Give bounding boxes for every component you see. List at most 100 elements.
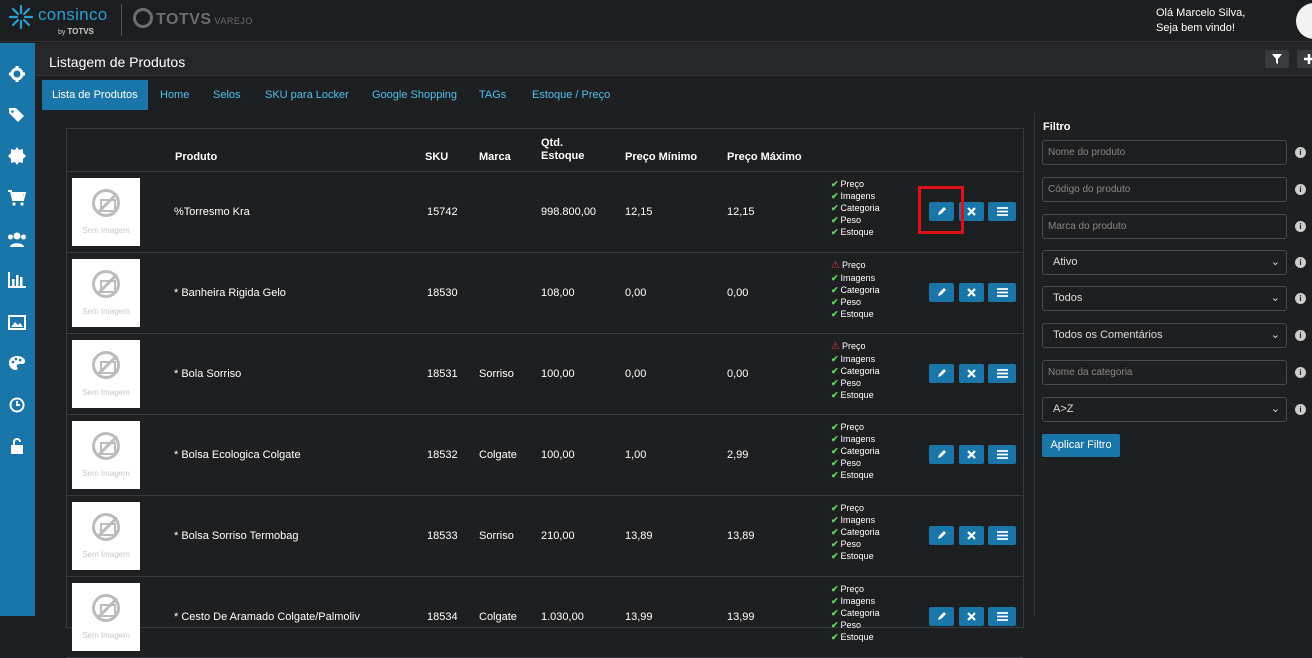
status-select[interactable]: Ativo ⌄ xyxy=(1042,250,1287,275)
users-icon[interactable] xyxy=(6,228,28,250)
delete-button[interactable] xyxy=(959,607,984,626)
tab-sku-para-locker[interactable]: SKU para Locker xyxy=(255,80,359,110)
check-icon: ✔ xyxy=(831,203,839,213)
add-button[interactable] xyxy=(1297,50,1312,68)
menu-button[interactable] xyxy=(988,607,1016,626)
filter-toggle-button[interactable] xyxy=(1265,50,1289,68)
delete-button[interactable] xyxy=(959,445,984,464)
header-marca[interactable]: Marca xyxy=(479,151,511,164)
nome-produto-input[interactable]: Nome do produto xyxy=(1042,140,1287,165)
menu-button[interactable] xyxy=(988,202,1016,221)
check-icon: ✔ xyxy=(831,446,839,456)
codigo-produto-input[interactable]: Código do produto xyxy=(1042,177,1287,202)
tab-home[interactable]: Home xyxy=(150,80,199,110)
edit-button[interactable] xyxy=(929,607,954,626)
tab-google-shopping[interactable]: Google Shopping xyxy=(362,80,467,110)
info-icon[interactable]: i xyxy=(1295,404,1306,415)
check-label: Imagens xyxy=(840,191,876,201)
close-icon xyxy=(967,527,976,545)
header-produto[interactable]: Produto xyxy=(175,151,217,164)
filter-panel: Filtro Nome do produto i Código do produ… xyxy=(1034,113,1312,616)
check-item: ⚠ Preço xyxy=(831,340,880,353)
info-icon[interactable]: i xyxy=(1295,184,1306,195)
nome-categoria-input[interactable]: Nome da categoria xyxy=(1042,360,1287,385)
check-item: ✔ Estoque xyxy=(831,469,880,481)
menu-button[interactable] xyxy=(988,283,1016,302)
cell-preco-minimo: 12,15 xyxy=(625,206,653,218)
check-label: Estoque xyxy=(840,390,874,400)
edit-button[interactable] xyxy=(929,445,954,464)
comentarios-select[interactable]: Todos os Comentários ⌄ xyxy=(1042,323,1287,348)
product-image-placeholder[interactable]: Sem Imagem xyxy=(72,259,140,327)
product-image-placeholder[interactable]: Sem Imagem xyxy=(72,178,140,246)
tab-lista-de-produtos[interactable]: Lista de Produtos xyxy=(42,80,148,110)
menu-button[interactable] xyxy=(988,364,1016,383)
tab-selos[interactable]: Selos xyxy=(203,80,251,110)
check-label: Preço xyxy=(840,584,865,594)
check-icon: ✔ xyxy=(831,215,839,225)
avatar[interactable] xyxy=(1296,3,1312,39)
cart-icon[interactable] xyxy=(6,187,28,209)
info-icon[interactable]: i xyxy=(1295,147,1306,158)
table-row: Sem Imagem * Bola Sorriso 18531 Sorriso 100,… xyxy=(67,334,1023,415)
sem-imagem-label: Sem Imagem xyxy=(82,631,130,640)
warning-icon: ⚠ xyxy=(831,341,840,352)
cell-sku: 18534 xyxy=(427,611,458,623)
header-preco-maximo[interactable]: Preço Máximo xyxy=(727,151,802,164)
header-sku[interactable]: SKU xyxy=(425,151,448,164)
check-label: Imagens xyxy=(840,354,876,364)
table-row: Sem Imagem %Torresmo Kra 15742 998.800,00 12… xyxy=(67,172,1023,253)
check-item: ✔ Preço xyxy=(831,421,880,433)
sem-imagem-label: Sem Imagem xyxy=(82,469,130,478)
check-icon: ✔ xyxy=(831,458,839,468)
todos-select[interactable]: Todos ⌄ xyxy=(1042,286,1287,311)
info-icon[interactable]: i xyxy=(1295,330,1306,341)
sem-imagem-label: Sem Imagem xyxy=(82,307,130,316)
tab-estoque-preco[interactable]: Estoque / Preço xyxy=(522,80,620,110)
badge-icon[interactable] xyxy=(6,145,28,167)
header-preco-minimo[interactable]: Preço Mínimo xyxy=(625,151,697,164)
delete-button[interactable] xyxy=(959,283,984,302)
aplicar-filtro-button[interactable]: Aplicar Filtro xyxy=(1042,434,1120,457)
chevron-down-icon: ⌄ xyxy=(1270,403,1280,415)
menu-button[interactable] xyxy=(988,445,1016,464)
ordem-select[interactable]: A>Z ⌄ xyxy=(1042,397,1287,422)
edit-button[interactable] xyxy=(929,364,954,383)
product-image-placeholder[interactable]: Sem Imagem xyxy=(72,502,140,570)
bar-chart-icon[interactable] xyxy=(6,269,28,291)
palette-icon[interactable] xyxy=(6,352,28,374)
product-image-placeholder[interactable]: Sem Imagem xyxy=(72,421,140,489)
cell-marca: Sorriso xyxy=(479,368,514,380)
info-icon[interactable]: i xyxy=(1295,257,1306,268)
unlock-icon[interactable] xyxy=(6,435,28,457)
check-item: ⚠ Preço xyxy=(831,259,880,272)
header-qtd-estoque[interactable]: Qtd. Estoque xyxy=(541,137,584,163)
check-label: Categoria xyxy=(840,285,880,295)
chevron-down-icon: ⌄ xyxy=(1270,329,1280,341)
info-icon[interactable]: i xyxy=(1295,293,1306,304)
marca-produto-input[interactable]: Marca do produto xyxy=(1042,214,1287,239)
product-image-placeholder[interactable]: Sem Imagem xyxy=(72,583,140,651)
edit-button[interactable] xyxy=(929,283,954,302)
edit-button[interactable] xyxy=(929,526,954,545)
tab-tags[interactable]: TAGs xyxy=(469,80,516,110)
no-image-icon xyxy=(92,189,120,217)
delete-button[interactable] xyxy=(959,364,984,383)
cell-qtd-estoque: 998.800,00 xyxy=(541,206,597,218)
gear-icon[interactable] xyxy=(6,63,28,85)
check-item: ✔ Categoria xyxy=(831,526,880,538)
image-icon[interactable] xyxy=(6,311,28,333)
product-image-placeholder[interactable]: Sem Imagem xyxy=(72,340,140,408)
cell-preco-maximo: 0,00 xyxy=(727,368,749,380)
tags-icon[interactable] xyxy=(6,104,28,126)
menu-button[interactable] xyxy=(988,526,1016,545)
status-checklist: ⚠ Preço ✔ Imagens ✔ Categoria ✔ Peso ✔ Estoque xyxy=(831,259,880,320)
brand-name: consinco xyxy=(38,5,108,24)
delete-button[interactable] xyxy=(959,526,984,545)
info-icon[interactable]: i xyxy=(1295,367,1306,378)
consinco-logo[interactable]: consinco by TOTVS xyxy=(8,2,108,40)
check-item: ✔ Estoque xyxy=(831,550,880,562)
info-icon[interactable]: i xyxy=(1295,221,1306,232)
pencil-icon xyxy=(937,527,947,545)
clock-icon[interactable] xyxy=(6,394,28,416)
